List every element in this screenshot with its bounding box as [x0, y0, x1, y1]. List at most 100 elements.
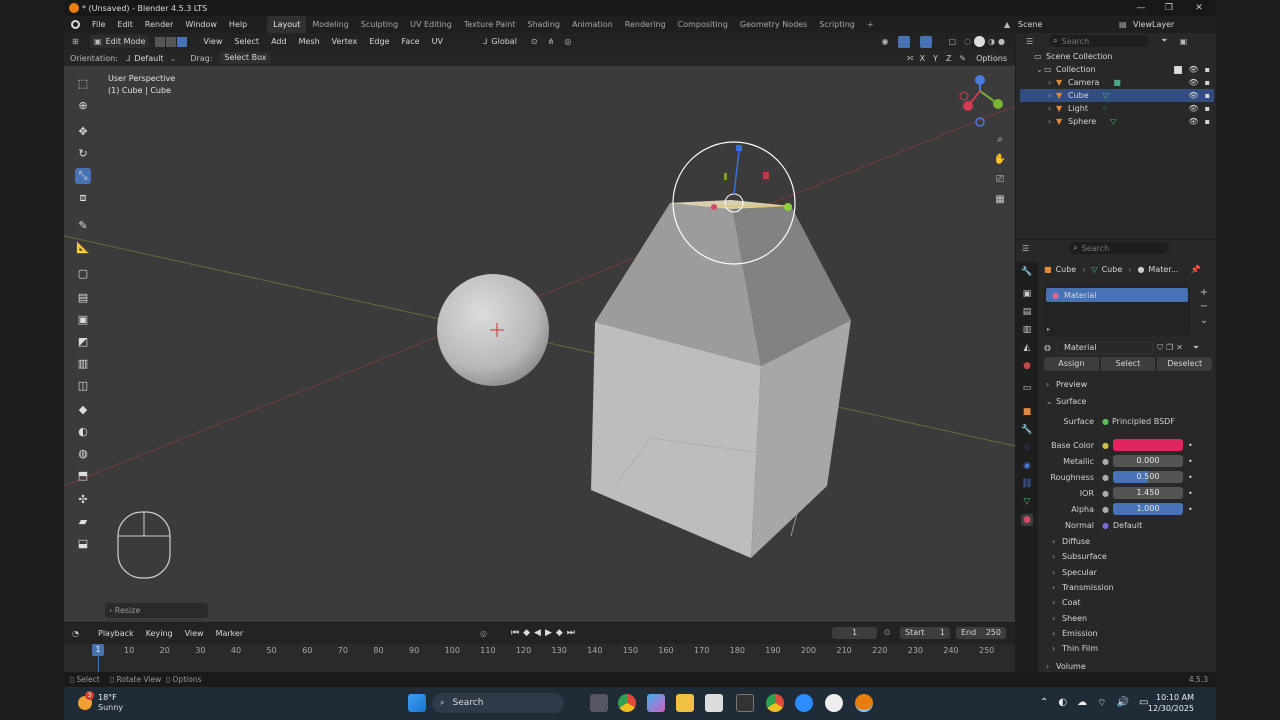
timeline-menu-view[interactable]: View — [179, 625, 210, 642]
knife-tool-icon[interactable]: ◫ — [75, 378, 91, 394]
filter-icon[interactable]: ⏷ — [1161, 36, 1167, 46]
keyframe-dot-icon[interactable]: • — [1188, 457, 1193, 466]
menu-file[interactable]: File — [86, 16, 111, 33]
task-view-icon[interactable] — [590, 694, 608, 712]
keyframe-dot-icon[interactable]: • — [1188, 505, 1193, 514]
menu-help[interactable]: Help — [223, 16, 253, 33]
tab-rendering[interactable]: Rendering — [619, 16, 672, 33]
metallic-field[interactable]: 0.000 — [1112, 455, 1183, 467]
play-icon[interactable]: ▶ — [545, 628, 552, 638]
alpha-field[interactable]: 1.000 — [1112, 503, 1183, 515]
jump-end-icon[interactable]: ⏭ — [567, 628, 575, 638]
tool-tab-icon[interactable]: 🔧 — [1021, 266, 1033, 278]
end-frame-field[interactable]: End 250 — [956, 627, 1006, 639]
assign-button[interactable]: Assign — [1044, 357, 1099, 371]
chevron-down-icon[interactable]: ⌄ — [1036, 65, 1044, 74]
object-tab-icon[interactable]: ■ — [1021, 406, 1033, 418]
material-browse-icon[interactable]: ◍ — [1044, 343, 1051, 352]
view-layer-tab-icon[interactable]: ▥ — [1021, 324, 1033, 336]
spin-tool-icon[interactable]: ◐ — [75, 424, 91, 440]
drag-dropdown[interactable]: Select Box — [220, 52, 271, 64]
transform-orientation-selector[interactable]: ⅃ Global — [483, 37, 517, 46]
inset-tool-icon[interactable]: ▣ — [75, 312, 91, 328]
mirror-y-toggle[interactable]: Y — [933, 54, 938, 63]
outliner-scene-collection[interactable]: ▭ Scene Collection — [1020, 50, 1214, 63]
tab-compositing[interactable]: Compositing — [672, 16, 734, 33]
tab-scripting[interactable]: Scripting — [813, 16, 861, 33]
options-dropdown[interactable]: Options — [976, 54, 1007, 63]
zoom-app-icon[interactable] — [795, 694, 813, 712]
gizmo-toggle-icon[interactable] — [898, 35, 911, 48]
next-key-icon[interactable]: ◆ — [556, 628, 563, 638]
subsurface-section[interactable]: › Subsurface — [1052, 552, 1107, 561]
material-tab-icon[interactable]: ● — [1021, 514, 1033, 526]
visibility-eye-icon[interactable]: 👁 — [1188, 65, 1198, 74]
tab-uv-editing[interactable]: UV Editing — [404, 16, 458, 33]
select-button[interactable]: Select — [1100, 357, 1156, 371]
outliner-item-camera[interactable]: › ▼ Camera ■ 👁 ▪ — [1020, 76, 1214, 89]
ortho-toggle-icon[interactable]: ▦ — [992, 190, 1008, 210]
vp-menu-edge[interactable]: Edge — [363, 33, 395, 50]
current-frame-field[interactable]: 1 — [832, 627, 877, 639]
smooth-tool-icon[interactable]: ◍ — [75, 446, 91, 462]
overlay-toggle-icon[interactable] — [920, 35, 933, 48]
scale-tool-icon[interactable]: ⤡ — [75, 168, 91, 184]
loop-cut-tool-icon[interactable]: ▥ — [75, 356, 91, 372]
tab-layout[interactable]: Layout — [267, 16, 307, 33]
pivot-icon[interactable]: ⊙ — [531, 37, 538, 46]
vp-menu-mesh[interactable]: Mesh — [293, 33, 326, 50]
add-workspace-button[interactable]: + — [861, 16, 880, 33]
face-select-icon[interactable] — [177, 36, 188, 47]
shading-wireframe-icon[interactable]: ◌ — [964, 37, 971, 46]
timeline-menu-keying[interactable]: Keying — [140, 625, 179, 642]
roughness-field[interactable]: 0.500 — [1112, 471, 1183, 483]
start-frame-field[interactable]: Start 1 — [900, 627, 950, 639]
orientation-dropdown[interactable]: ⅃ Default ⌄ — [126, 54, 176, 63]
scene-tab-icon[interactable]: ◭ — [1021, 342, 1033, 354]
visibility-eye-icon[interactable]: 👁 — [1188, 104, 1198, 113]
tab-geometry-nodes[interactable]: Geometry Nodes — [734, 16, 813, 33]
wifi-icon[interactable]: ⌔ — [1097, 697, 1106, 710]
xray-icon[interactable]: ▢ — [948, 37, 956, 46]
visibility-eye-icon[interactable]: 👁 — [1188, 78, 1198, 87]
blender-taskbar-icon[interactable] — [855, 694, 873, 712]
world-tab-icon[interactable]: ● — [1021, 360, 1033, 372]
vp-menu-view[interactable]: View — [197, 33, 228, 50]
transform-tool-icon[interactable]: ⧈ — [75, 190, 91, 206]
zoom-icon[interactable]: ⌕ — [992, 130, 1008, 150]
tab-animation[interactable]: Animation — [566, 16, 619, 33]
chrome-profile-icon[interactable] — [766, 694, 784, 712]
exclude-checkbox[interactable] — [1174, 65, 1183, 74]
outliner-item-light[interactable]: › ▼ Light ◦ 👁 ▪ — [1020, 102, 1214, 115]
menu-edit[interactable]: Edit — [111, 16, 139, 33]
menu-window[interactable]: Window — [179, 16, 223, 33]
base-color-swatch[interactable] — [1112, 439, 1183, 451]
shading-material-icon[interactable]: ◑ — [988, 37, 995, 46]
rotate-tool-icon[interactable]: ↻ — [75, 146, 91, 162]
tab-sculpting[interactable]: Sculpting — [355, 16, 404, 33]
extrude-tool-icon[interactable]: ▤ — [75, 290, 91, 306]
store-icon[interactable] — [705, 694, 723, 712]
jump-start-icon[interactable]: ⏮ — [511, 628, 519, 638]
material-name-field[interactable]: Material — [1056, 341, 1153, 354]
keyframe-dot-icon[interactable]: • — [1188, 441, 1193, 450]
vp-menu-add[interactable]: Add — [265, 33, 293, 50]
tray-app-icon[interactable]: ◐ — [1058, 697, 1067, 710]
render-camera-icon[interactable]: ▪ — [1205, 91, 1210, 100]
vp-menu-uv[interactable]: UV — [426, 33, 449, 50]
chevron-right-icon[interactable]: › — [1048, 91, 1056, 100]
viewlayer-selector[interactable]: ▤ ViewLayer — [1119, 18, 1209, 31]
output-tab-icon[interactable]: ▤ — [1021, 306, 1033, 318]
copilot-icon[interactable] — [647, 694, 665, 712]
wrench-icon[interactable]: ✎ — [959, 54, 966, 63]
mirror-x-toggle[interactable]: X — [920, 54, 925, 63]
outliner-editor-icon[interactable]: ☰ — [1026, 37, 1033, 46]
diffuse-section[interactable]: › Diffuse — [1052, 537, 1090, 546]
outliner-collection[interactable]: ⌄ ▭ Collection 👁 ▪ — [1020, 63, 1214, 76]
snap-icon[interactable]: ⋔ — [548, 37, 555, 46]
preview-section[interactable]: › Preview — [1046, 380, 1087, 389]
visibility-icon[interactable]: ◉ — [882, 37, 889, 46]
close-button[interactable]: ✕ — [1184, 0, 1214, 16]
add-slot-button[interactable]: + — [1197, 286, 1211, 300]
tab-modeling[interactable]: Modeling — [306, 16, 354, 33]
